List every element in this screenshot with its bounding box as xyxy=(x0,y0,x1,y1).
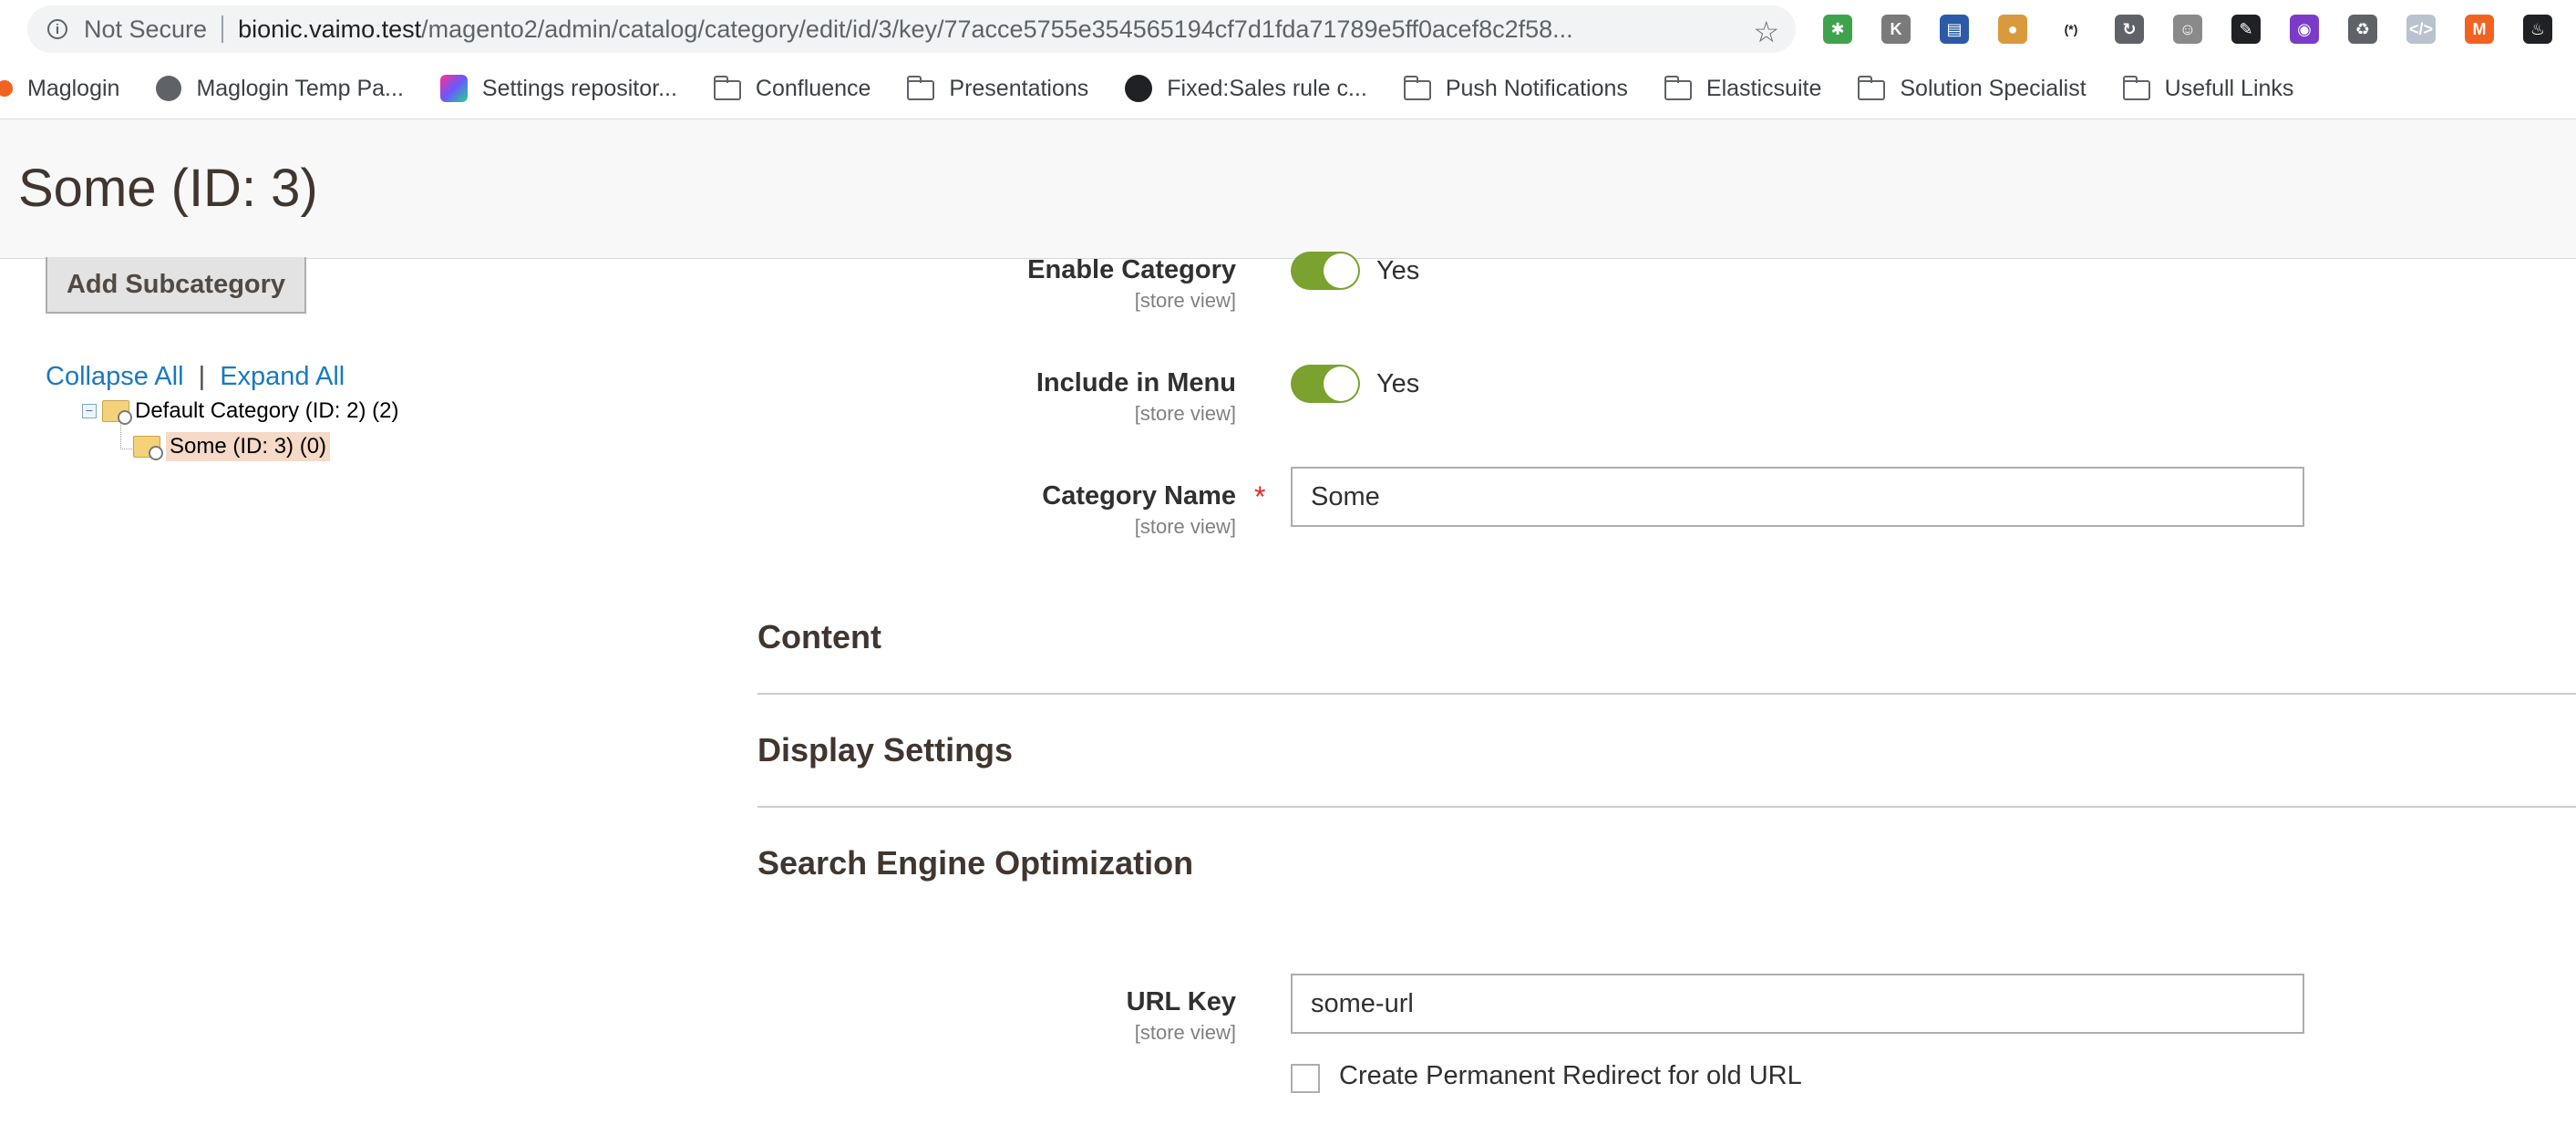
tree-node-label[interactable]: Default Category (ID: 2) (2) xyxy=(135,398,398,424)
pen-extension-icon[interactable]: ✎ xyxy=(2231,15,2261,44)
permanent-redirect-checkbox[interactable] xyxy=(1291,1064,1320,1093)
field-scope: [store view] xyxy=(1134,515,1236,538)
bookmark-item[interactable]: Presentations xyxy=(907,76,1088,102)
section-content[interactable]: Content xyxy=(757,618,881,656)
extensions-bar: ✱ K ▤ ● (*) ↻ ☺ ✎ ◉ ♻ </> M ♨ xyxy=(1823,11,2576,47)
folder-icon xyxy=(2122,76,2150,100)
tree-controls: Collapse All | Expand All xyxy=(46,362,345,392)
include-in-menu-label: Include in Menu [store view] xyxy=(1036,368,1236,426)
k-extension-icon[interactable]: K xyxy=(1881,15,1911,44)
section-divider xyxy=(757,693,2576,695)
code-extension-icon[interactable]: </> xyxy=(2406,15,2436,44)
add-subcategory-button[interactable]: Add Subcategory xyxy=(46,257,306,314)
bookmarks-bar: Maglogin Maglogin Temp Pa... Settings repo… xyxy=(0,58,2576,119)
required-marker: * xyxy=(1254,480,1266,513)
fire-extension-icon[interactable]: ♨ xyxy=(2523,15,2552,44)
section-divider xyxy=(757,806,2576,808)
bookmark-label: Settings repositor... xyxy=(481,75,677,101)
folder-icon xyxy=(907,76,935,100)
bookmark-label: Push Notifications xyxy=(1445,75,1628,101)
folder-icon xyxy=(1664,76,1692,100)
omnibox-divider xyxy=(222,15,224,43)
bookmark-item[interactable]: Confluence xyxy=(713,75,871,102)
category-name-label: Category Name [store view] xyxy=(1042,481,1236,539)
info-icon[interactable]: i xyxy=(47,19,67,39)
bookmark-item[interactable]: Settings repositor... xyxy=(439,75,677,102)
expand-all-link[interactable]: Expand All xyxy=(220,362,345,391)
field-label: Enable Category xyxy=(1027,255,1236,284)
recycle-extension-icon[interactable]: ♻ xyxy=(2348,15,2377,44)
url-key-label: URL Key [store view] xyxy=(1127,987,1236,1045)
bookmark-label: Maglogin xyxy=(27,75,120,101)
page-title: Some (ID: 3) xyxy=(18,159,318,218)
field-label: Include in Menu xyxy=(1036,368,1236,397)
bookmark-label: Fixed:Sales rule c... xyxy=(1167,75,1367,101)
field-scope: [store view] xyxy=(1134,289,1236,312)
permanent-redirect-label[interactable]: Create Permanent Redirect for old URL xyxy=(1339,1061,1802,1091)
refresh-extension-icon[interactable]: ↻ xyxy=(2115,15,2144,44)
field-label: Category Name xyxy=(1042,481,1236,511)
color-picker-extension-icon[interactable]: ◉ xyxy=(2290,15,2319,44)
folder-icon xyxy=(133,436,163,460)
jetbrains-icon xyxy=(439,75,468,102)
tree-connector xyxy=(120,421,132,449)
enable-category-value: Yes xyxy=(1376,256,1420,285)
cookie-extension-icon[interactable]: ● xyxy=(1998,15,2027,44)
window-extension-icon[interactable]: ▤ xyxy=(1940,15,1969,44)
field-scope: [store view] xyxy=(1134,1021,1236,1044)
field-label: URL Key xyxy=(1126,987,1236,1016)
url-key-input[interactable] xyxy=(1291,974,2304,1034)
folder-icon xyxy=(102,400,132,425)
enable-category-label: Enable Category [store view] xyxy=(1027,255,1236,313)
bookmark-item[interactable]: Maglogin Temp Pa... xyxy=(156,75,404,102)
folder-icon xyxy=(713,76,741,100)
globe-icon xyxy=(156,76,182,101)
regex-extension-icon[interactable]: (*) xyxy=(2056,15,2086,44)
bookmark-label: Solution Specialist xyxy=(1900,75,2087,101)
collapse-all-link[interactable]: Collapse All xyxy=(46,362,184,391)
category-name-input[interactable] xyxy=(1291,467,2304,527)
include-in-menu-value: Yes xyxy=(1376,369,1420,398)
magento-extension-icon[interactable]: M xyxy=(2465,15,2494,44)
user-extension-icon[interactable]: ☺ xyxy=(2173,15,2202,44)
section-seo[interactable]: Search Engine Optimization xyxy=(757,844,1193,882)
tree-node-default-category[interactable]: − Default Category (ID: 2) (2) xyxy=(82,398,398,425)
bookmark-item[interactable]: Solution Specialist xyxy=(1858,75,2087,102)
github-icon xyxy=(1125,75,1153,102)
tree-node-some[interactable]: Some (ID: 3) (0) xyxy=(133,432,331,461)
bookmark-label: Confluence xyxy=(755,75,871,101)
bookmark-item[interactable]: Maglogin xyxy=(0,76,119,102)
bookmark-item[interactable]: Push Notifications xyxy=(1403,75,1628,102)
folder-icon xyxy=(1858,76,1886,100)
url-text[interactable]: bionic.vaimo.test/magento2/admin/catalog… xyxy=(238,15,1573,44)
page-header: Some (ID: 3) xyxy=(0,119,2576,259)
enable-category-toggle[interactable] xyxy=(1291,252,1360,290)
tree-node-label-selected[interactable]: Some (ID: 3) (0) xyxy=(166,432,331,461)
collapse-node-icon[interactable]: − xyxy=(82,404,97,418)
browser-toolbar: i Not Secure bionic.vaimo.test/magento2/… xyxy=(0,0,2576,58)
bookmark-star-icon[interactable]: ☆ xyxy=(1753,15,1779,49)
include-in-menu-toggle[interactable] xyxy=(1291,365,1360,403)
bug-extension-icon[interactable]: ✱ xyxy=(1823,15,1852,44)
url-host: bionic.vaimo.test xyxy=(238,15,422,43)
field-scope: [store view] xyxy=(1134,402,1236,425)
url-path: /magento2/admin/catalog/category/edit/id… xyxy=(421,15,1573,43)
tree-controls-separator: | xyxy=(198,362,206,391)
bookmark-label: Elasticsuite xyxy=(1705,75,1822,101)
bookmark-item[interactable]: Elasticsuite xyxy=(1664,76,1821,102)
bookmark-label: Presentations xyxy=(949,75,1089,101)
bookmark-item[interactable]: Fixed:Sales rule c... xyxy=(1125,75,1367,102)
bookmark-label: Usefull Links xyxy=(2164,75,2294,101)
section-display-settings[interactable]: Display Settings xyxy=(757,731,1013,769)
bookmark-label: Maglogin Temp Pa... xyxy=(196,75,404,101)
bookmark-item[interactable]: Usefull Links xyxy=(2122,75,2294,102)
security-label[interactable]: Not Secure xyxy=(84,15,207,44)
magento-icon xyxy=(0,80,13,97)
address-bar[interactable]: i Not Secure bionic.vaimo.test/magento2/… xyxy=(27,5,1796,53)
folder-icon xyxy=(1403,76,1431,100)
